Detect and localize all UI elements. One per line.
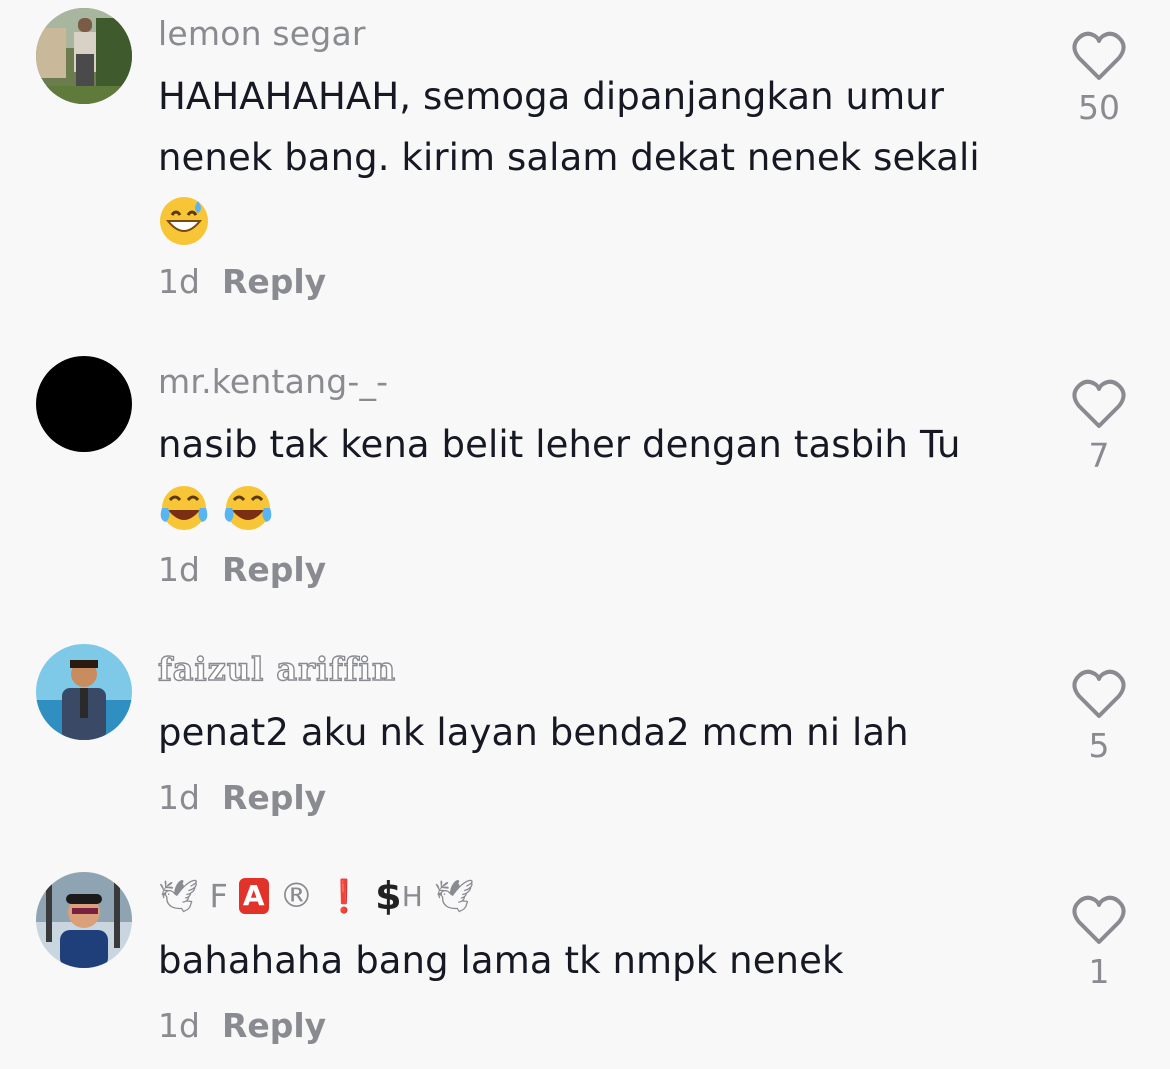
comment-body: bahahaha bang lama tk nmpk nenek bbox=[158, 939, 844, 982]
avatar[interactable] bbox=[36, 872, 132, 968]
like-count: 1 bbox=[1088, 952, 1110, 991]
username[interactable]: mr.kentang-_- bbox=[158, 362, 388, 401]
comment-meta: 1d Reply bbox=[158, 262, 326, 301]
comment-text: HAHAHAHAH, semoga dipanjangkan umur nene… bbox=[158, 66, 1038, 249]
avatar[interactable] bbox=[36, 644, 132, 740]
comment-text: nasib tak kena belit leher dengan tasbih… bbox=[158, 414, 1038, 536]
username-part-r: ® bbox=[279, 876, 314, 916]
comment-body: penat2 aku nk layan benda2 mcm ni lah bbox=[158, 711, 909, 754]
like-count: 7 bbox=[1088, 436, 1110, 475]
heart-icon bbox=[1072, 31, 1126, 80]
reply-button[interactable]: Reply bbox=[222, 1006, 326, 1045]
comment-meta: 1d Reply bbox=[158, 1006, 326, 1045]
comment-text: penat2 aku nk layan benda2 mcm ni lah bbox=[158, 702, 1038, 763]
username-part-s: $ bbox=[375, 874, 402, 918]
comment-meta: 1d Reply bbox=[158, 778, 326, 817]
heart-icon bbox=[1072, 379, 1126, 428]
reply-button[interactable]: Reply bbox=[222, 262, 326, 301]
comment-text: bahahaha bang lama tk nmpk nenek bbox=[158, 930, 1038, 991]
dove-icon: 🕊 bbox=[158, 877, 199, 915]
timestamp: 1d bbox=[158, 778, 200, 817]
reply-button[interactable]: Reply bbox=[222, 778, 326, 817]
username[interactable]: lemon segar bbox=[158, 14, 366, 53]
timestamp: 1d bbox=[158, 550, 200, 589]
timestamp: 1d bbox=[158, 262, 200, 301]
username-part-a: A bbox=[238, 878, 269, 914]
username[interactable]: faizul ariffin bbox=[157, 649, 396, 688]
comment-item: 🕊 F A ® ❗ $H 🕊 bahahaha bang lama tk nmp… bbox=[0, 860, 1170, 1069]
dove-icon: 🕊 bbox=[433, 877, 475, 915]
comment-body: HAHAHAHAH, semoga dipanjangkan umur nene… bbox=[158, 75, 980, 179]
like-button[interactable]: 5 bbox=[1068, 668, 1130, 765]
comment-item: mr.kentang-_- nasib tak kena belit leher… bbox=[0, 330, 1170, 630]
like-button[interactable]: 1 bbox=[1068, 894, 1130, 991]
reply-button[interactable]: Reply bbox=[222, 550, 326, 589]
username-part-h: H bbox=[401, 879, 423, 913]
grinning-sweat-emoji bbox=[160, 196, 208, 245]
like-button[interactable]: 50 bbox=[1068, 30, 1130, 127]
comment-item: lemon segar HAHAHAHAH, semoga dipanjangk… bbox=[0, 0, 1170, 330]
heart-icon bbox=[1072, 895, 1126, 944]
like-count: 5 bbox=[1088, 726, 1110, 765]
username-part-excl: ❗ bbox=[324, 877, 365, 915]
avatar[interactable] bbox=[36, 8, 132, 104]
username[interactable]: 🕊 F A ® ❗ $H 🕊 bbox=[158, 874, 475, 918]
heart-icon bbox=[1072, 669, 1126, 718]
comment-meta: 1d Reply bbox=[158, 550, 326, 589]
username-part-f: F bbox=[209, 877, 229, 915]
timestamp: 1d bbox=[158, 1006, 200, 1045]
tears-of-joy-emoji bbox=[224, 485, 272, 530]
avatar[interactable] bbox=[36, 356, 132, 452]
like-button[interactable]: 7 bbox=[1068, 378, 1130, 475]
like-count: 50 bbox=[1078, 88, 1120, 127]
comment-item: faizul ariffin penat2 aku nk layan benda… bbox=[0, 630, 1170, 860]
comment-body: nasib tak kena belit leher dengan tasbih… bbox=[158, 423, 961, 466]
tears-of-joy-emoji bbox=[160, 485, 208, 530]
